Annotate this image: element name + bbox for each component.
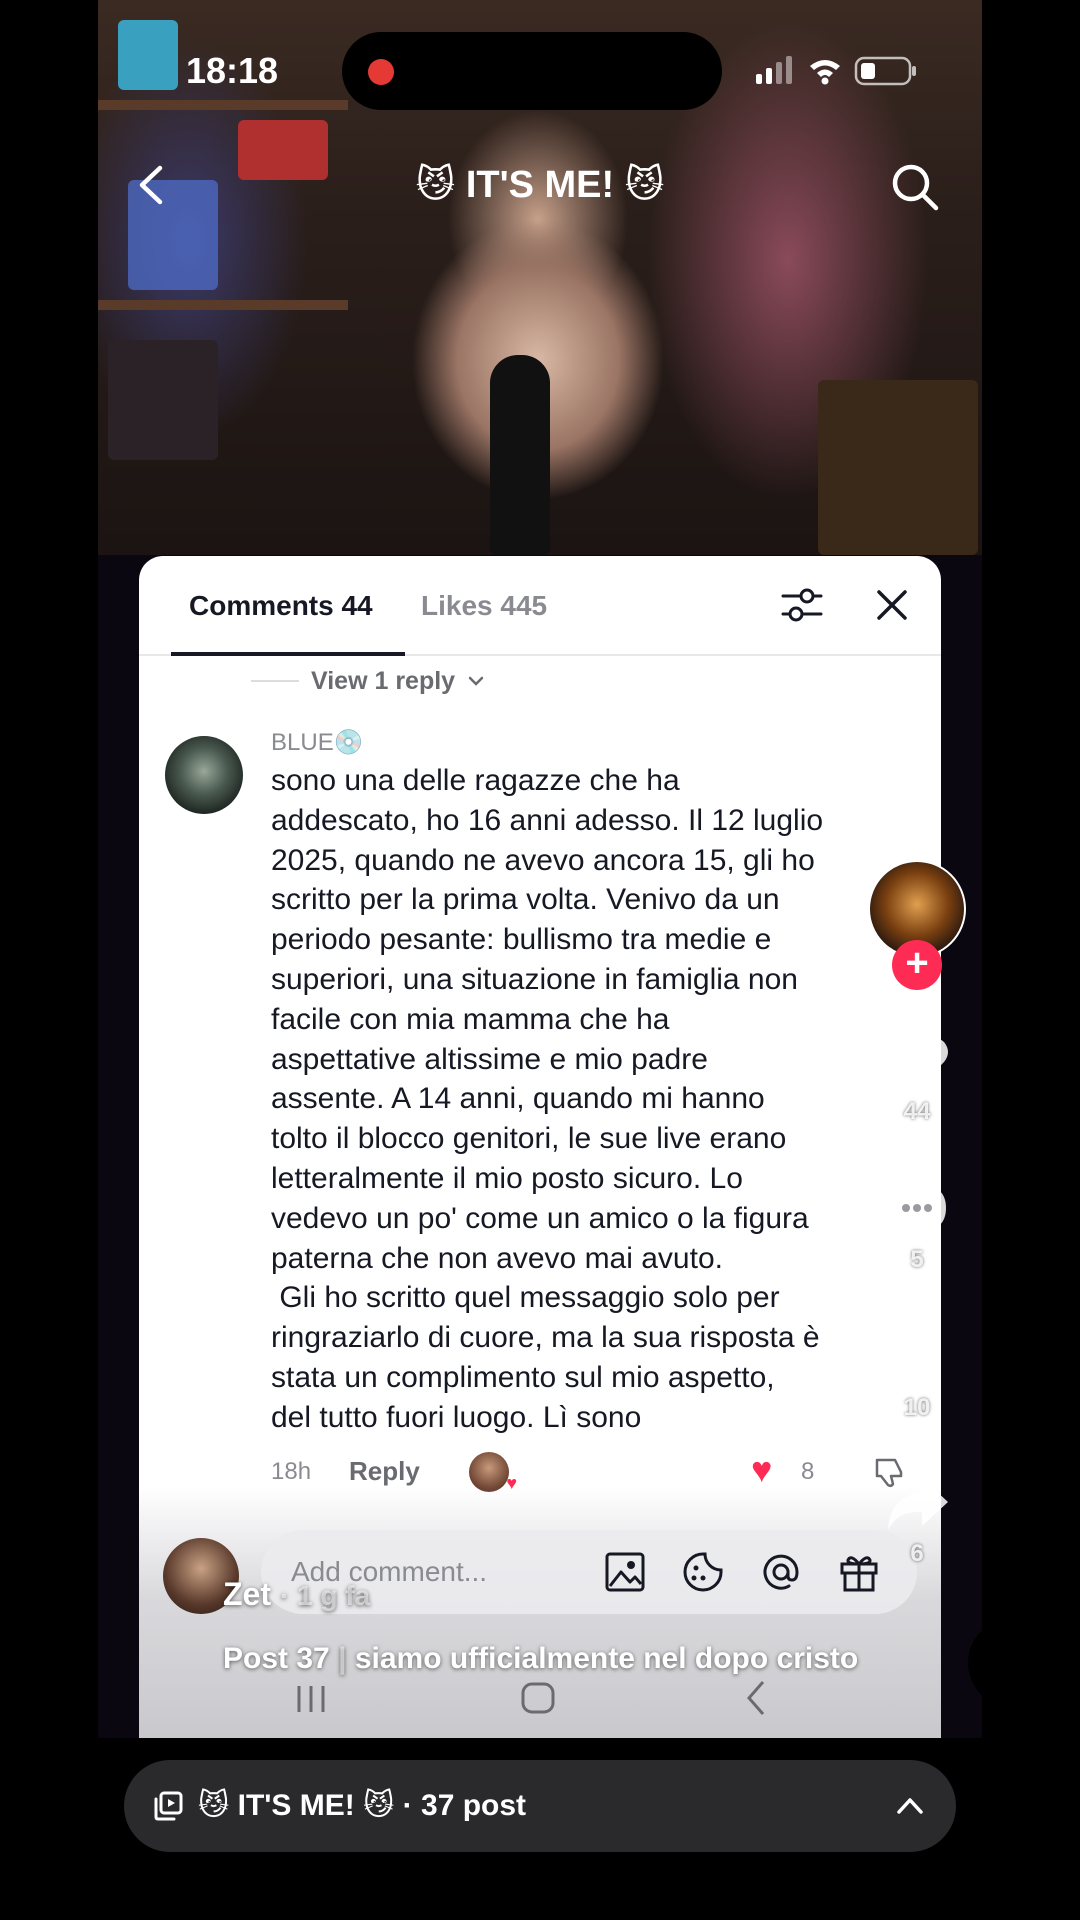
view-replies-link[interactable]: View 1 reply [251, 661, 485, 701]
playlist-label: 😼 IT'S ME! 😼 · 37 post [198, 1789, 527, 1822]
tab-underline [171, 652, 405, 656]
commenter-avatar[interactable] [165, 736, 243, 814]
action-rail: + 44 5 10 6 [868, 860, 972, 1720]
page-title: 😼 IT'S ME! 😼 [415, 164, 665, 206]
playlist-icon [154, 1791, 183, 1821]
post-label: Post 37 [223, 1642, 330, 1675]
recent-apps-icon [297, 1686, 325, 1712]
chevron-up-icon[interactable] [894, 1790, 926, 1822]
caption-separator: | [338, 1642, 347, 1675]
like-action[interactable]: 44 [868, 1030, 966, 1126]
video-stage[interactable]: 18:18 😼 IT'S ME! 😼 Comments 44 Likes 445 [98, 0, 982, 1738]
reply-button[interactable]: Reply [349, 1456, 420, 1487]
comments-sheet: Comments 44 Likes 445 View 1 reply BLUE💿… [139, 556, 941, 1738]
mention-icon[interactable] [759, 1550, 803, 1594]
save-count: 10 [903, 1394, 931, 1421]
post-caption: Post 37 | siamo ufficialmente nel dopo c… [223, 1640, 863, 1678]
chevron-down-icon [468, 676, 484, 686]
bookmark-icon [897, 1330, 937, 1388]
comment-username[interactable]: BLUE💿 [271, 728, 364, 757]
image-icon[interactable] [603, 1550, 647, 1594]
recording-indicator [368, 59, 394, 85]
status-time: 18:18 [186, 50, 279, 91]
heart-icon[interactable]: ♥ [751, 1452, 772, 1488]
post-author[interactable]: Zet · 1 g fa [223, 1576, 370, 1613]
dynamic-island [342, 32, 722, 110]
heart-icon [886, 1037, 948, 1090]
status-icons [756, 56, 916, 86]
comments-tabs: Comments 44 Likes 445 [139, 556, 941, 656]
comment-count: 5 [910, 1246, 924, 1273]
shelf [98, 300, 348, 310]
save-action[interactable]: 10 [868, 1326, 966, 1422]
emoji-icon[interactable] [681, 1550, 725, 1594]
comment-action[interactable]: 5 [868, 1178, 966, 1274]
comment-text: sono una delle ragazze che ha addescato,… [271, 764, 824, 1434]
tab-likes[interactable]: Likes 445 [421, 590, 547, 622]
tab-comments[interactable]: Comments 44 [189, 590, 373, 622]
playlist-bar[interactable]: 😼 IT'S ME! 😼 · 37 post [124, 1760, 956, 1852]
home-icon [521, 1682, 555, 1714]
author-name[interactable]: Zet [223, 1576, 271, 1612]
comment-icon [888, 1184, 946, 1240]
search-icon[interactable] [888, 160, 942, 214]
caption-text: siamo ufficialmente nel dopo cristo [354, 1642, 859, 1675]
close-icon[interactable] [873, 586, 911, 624]
microphone [490, 355, 550, 555]
cabinet [818, 380, 978, 555]
plush-toy [108, 340, 218, 460]
follow-button[interactable]: + [892, 940, 942, 990]
filter-icon[interactable] [779, 582, 825, 628]
post-age: · 1 g fa [279, 1580, 371, 1611]
like-count: 44 [903, 1098, 931, 1125]
view-replies-label: View 1 reply [311, 666, 456, 695]
divider [251, 680, 299, 682]
comment-time: 18h [271, 1458, 312, 1485]
share-count: 6 [910, 1540, 924, 1567]
back-nav-icon [747, 1681, 765, 1715]
share-icon [888, 1478, 948, 1530]
share-action[interactable]: 6 [868, 1472, 966, 1568]
toy-figure [118, 20, 178, 90]
comment-like-count: 8 [801, 1458, 815, 1485]
shelf [98, 100, 348, 110]
